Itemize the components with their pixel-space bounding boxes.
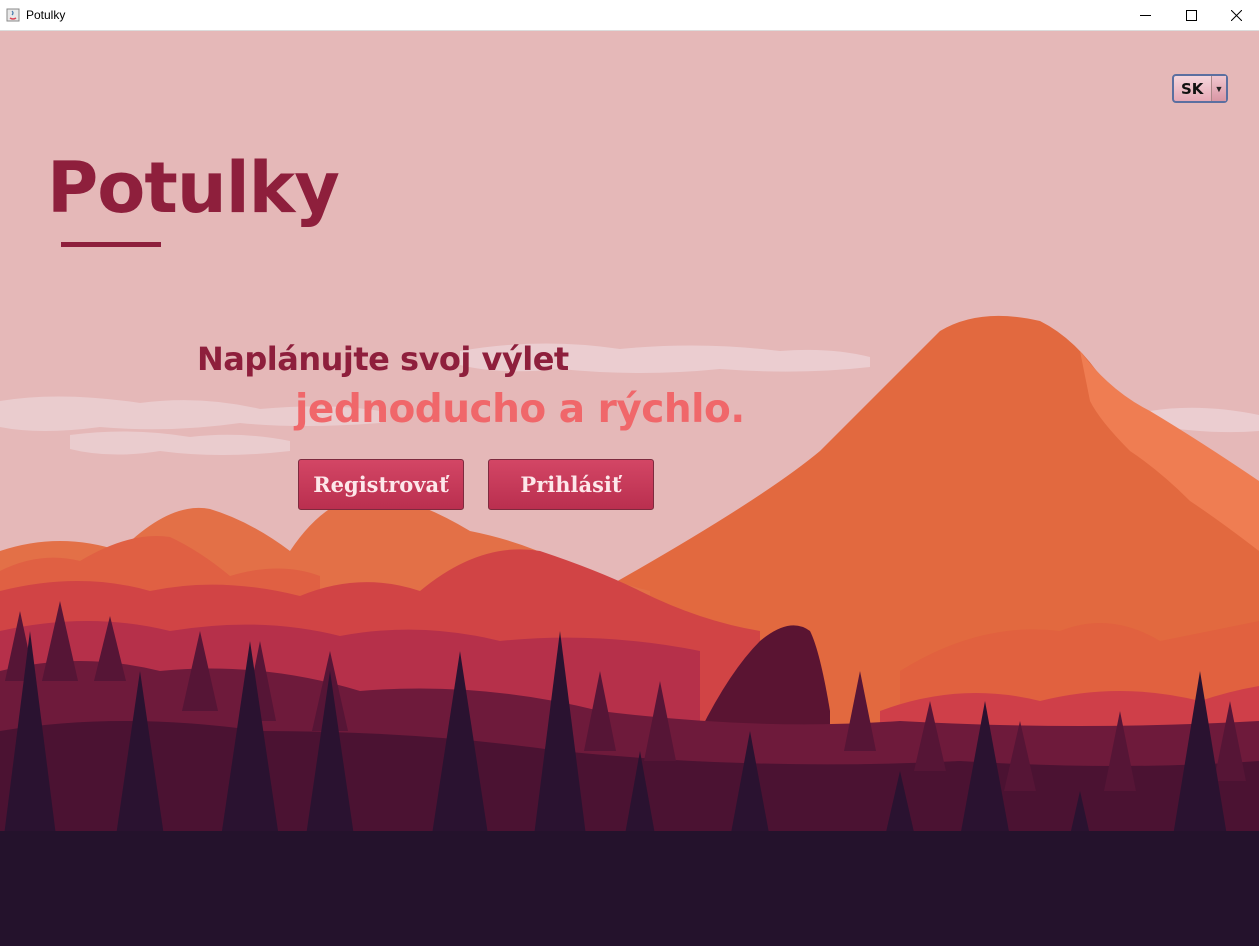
chevron-down-icon[interactable]: ▼ [1211, 76, 1226, 101]
app-window: Potulky SK ▼ Potulky Naplánujte svoj výl… [0, 0, 1259, 946]
close-icon [1230, 9, 1242, 21]
maximize-icon [1185, 9, 1197, 21]
tagline-secondary: jednoducho a rýchlo. [295, 387, 745, 432]
window-title: Potulky [26, 8, 66, 22]
tagline-primary: Naplánujte svoj výlet [197, 340, 569, 378]
minimize-icon [1139, 14, 1151, 16]
language-select[interactable]: SK ▼ [1172, 74, 1228, 103]
title-bar: Potulky [0, 0, 1259, 31]
main-canvas: SK ▼ Potulky Naplánujte svoj výlet jedno… [0, 31, 1259, 946]
language-select-value: SK [1181, 79, 1204, 98]
logo-underline [61, 242, 161, 247]
maximize-button[interactable] [1168, 0, 1214, 30]
close-button[interactable] [1213, 0, 1259, 30]
register-button[interactable]: Registrovať [298, 459, 464, 510]
login-button[interactable]: Prihlásiť [488, 459, 654, 510]
app-logo: Potulky [47, 147, 340, 229]
minimize-button[interactable] [1122, 0, 1168, 30]
java-icon [6, 8, 20, 22]
